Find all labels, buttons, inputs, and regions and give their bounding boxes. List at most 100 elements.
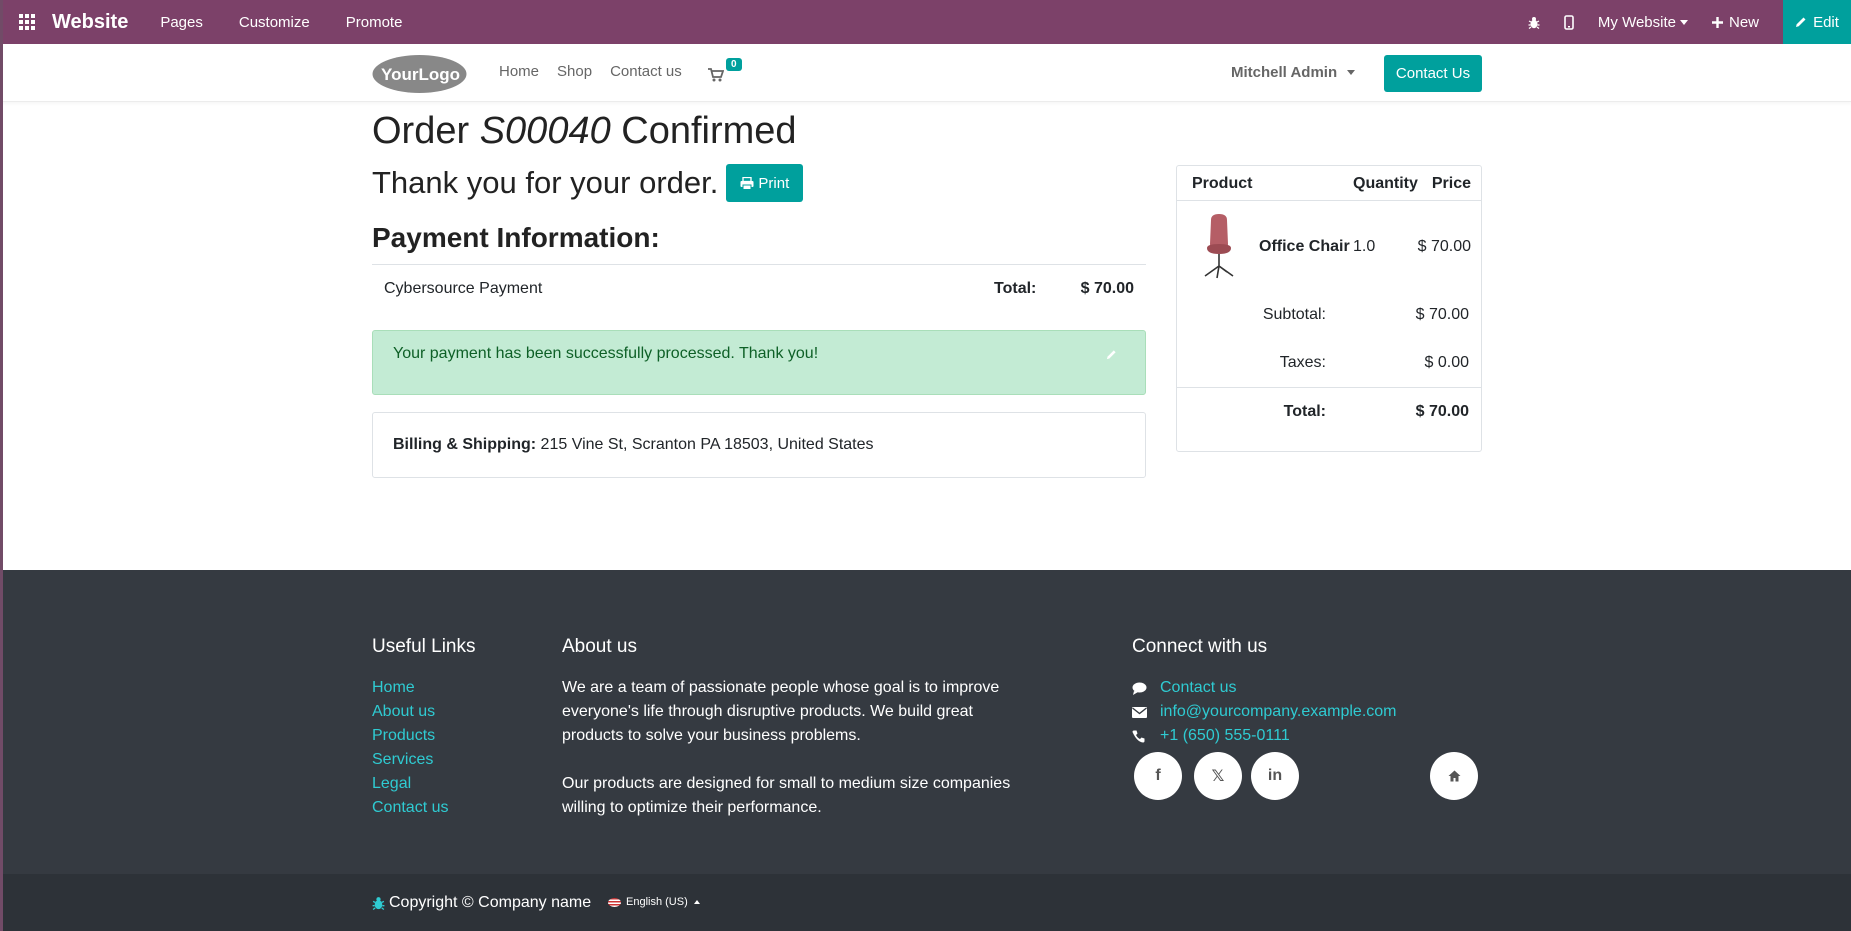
billing-address: 215 Vine St, Scranton PA 18503, United S…	[540, 436, 874, 453]
copyright: Copyright © Company name	[372, 894, 591, 912]
menu-pages[interactable]: Pages	[160, 14, 203, 31]
col-quantity: Quantity	[1353, 175, 1418, 192]
col-product: Product	[1192, 175, 1253, 192]
order-summary-card: Product Quantity Price Office Chair 1.0 …	[1176, 165, 1482, 452]
connect-contact-row[interactable]: Contact us	[1132, 676, 1397, 700]
facebook-icon[interactable]: f	[1134, 752, 1182, 800]
us-flag-icon	[608, 897, 621, 907]
divider	[372, 264, 1146, 265]
product-quantity: 1.0	[1353, 238, 1376, 255]
payment-total-value: $ 70.00	[1080, 280, 1134, 297]
language-label: English (US)	[626, 896, 688, 908]
connect-contact-link[interactable]: Contact us	[1160, 676, 1236, 700]
subtotal-value: $ 70.00	[1415, 306, 1469, 323]
taxes-value: $ 0.00	[1424, 354, 1469, 371]
billing-shipping-card: Billing & Shipping: 215 Vine St, Scranto…	[372, 412, 1146, 478]
title-suffix: Confirmed	[621, 110, 797, 152]
language-selector[interactable]: English (US)	[608, 896, 700, 908]
my-website-dropdown[interactable]: My Website	[1598, 14, 1688, 31]
admin-right-tools: My Website New Edit	[1528, 0, 1851, 44]
chevron-down-icon	[1679, 19, 1688, 25]
contact-us-button[interactable]: Contact Us	[1384, 55, 1482, 92]
site-footer: Useful Links Home About us Products Serv…	[0, 570, 1851, 874]
nav-shop[interactable]: Shop	[557, 63, 592, 80]
about-paragraph-2: Our products are designed for small to m…	[562, 775, 1011, 816]
footer-link-services[interactable]: Services	[372, 748, 448, 772]
product-price: $ 70.00	[1417, 238, 1471, 255]
page-title: Order S00040 Confirmed	[372, 110, 797, 153]
billing-label: Billing & Shipping:	[393, 436, 537, 453]
about-paragraph-1: We are a team of passionate people whose…	[562, 679, 1000, 744]
footer-link-contact[interactable]: Contact us	[372, 796, 448, 820]
edit-button[interactable]: Edit	[1783, 0, 1851, 44]
billing-text: Billing & Shipping: 215 Vine St, Scranto…	[393, 436, 874, 454]
bug-icon	[372, 897, 385, 910]
nav-home[interactable]: Home	[499, 63, 539, 80]
copyright-text: Copyright © Company name	[389, 894, 592, 911]
logo-text: YourLogo	[381, 65, 460, 84]
thank-you-heading: Thank you for your order. Print	[372, 164, 804, 202]
product-name[interactable]: Office Chair	[1259, 238, 1350, 256]
plus-icon	[1711, 16, 1723, 28]
print-button[interactable]: Print	[726, 164, 804, 202]
cart-count-badge: 0	[726, 58, 742, 71]
company-logo[interactable]: YourLogo	[372, 54, 467, 94]
linkedin-icon[interactable]: in	[1251, 752, 1299, 800]
window-edge	[0, 0, 3, 931]
print-label: Print	[758, 174, 790, 192]
site-header: YourLogo Home Shop Contact us 0 Mitchell…	[0, 44, 1851, 102]
comment-icon	[1132, 682, 1160, 695]
home-icon[interactable]	[1430, 752, 1478, 800]
useful-links-title: Useful Links	[372, 636, 476, 657]
product-row: Office Chair 1.0 $ 70.00	[1177, 202, 1481, 292]
menu-customize[interactable]: Customize	[239, 14, 310, 31]
about-text: We are a team of passionate people whose…	[562, 676, 1012, 820]
success-message: Your payment has been successfully proce…	[393, 345, 819, 362]
payment-success-alert: Your payment has been successfully proce…	[372, 330, 1146, 395]
envelope-icon	[1132, 706, 1160, 718]
connect-title: Connect with us	[1132, 636, 1268, 657]
copyright-bar: Copyright © Company name English (US)	[0, 874, 1851, 931]
summary-header: Product Quantity Price	[1177, 166, 1481, 201]
footer-link-products[interactable]: Products	[372, 724, 448, 748]
user-menu[interactable]: Mitchell Admin	[1231, 64, 1356, 81]
subtotal-label: Subtotal:	[1262, 306, 1326, 323]
new-button[interactable]: New	[1711, 13, 1759, 31]
apps-grid-icon[interactable]	[19, 14, 37, 30]
footer-link-home[interactable]: Home	[372, 676, 448, 700]
title-prefix: Order	[372, 110, 470, 152]
thank-you-text: Thank you for your order.	[372, 165, 719, 200]
taxes-label: Taxes:	[1279, 354, 1326, 371]
x-twitter-icon[interactable]: 𝕏	[1194, 752, 1242, 800]
divider	[1177, 387, 1481, 388]
printer-icon	[740, 176, 754, 190]
admin-bar: Website Pages Customize Promote My Websi…	[0, 0, 1851, 44]
phone-icon	[1132, 730, 1160, 743]
nav-contact[interactable]: Contact us	[610, 63, 682, 80]
payment-method: Cybersource Payment	[384, 280, 543, 297]
connect-email-row[interactable]: info@yourcompany.example.com	[1132, 700, 1397, 724]
bug-icon[interactable]	[1528, 16, 1540, 29]
new-label: New	[1728, 13, 1759, 31]
connect-list: Contact us info@yourcompany.example.com …	[1132, 676, 1397, 748]
connect-email-link[interactable]: info@yourcompany.example.com	[1160, 700, 1397, 724]
mobile-preview-icon[interactable]	[1564, 14, 1574, 30]
connect-phone-row[interactable]: +1 (650) 555-0111	[1132, 724, 1397, 748]
total-label: Total:	[1283, 403, 1326, 420]
footer-link-about[interactable]: About us	[372, 700, 448, 724]
useful-links-list: Home About us Products Services Legal Co…	[372, 676, 448, 820]
edit-label: Edit	[1813, 13, 1839, 31]
order-reference: S00040	[479, 110, 611, 152]
product-image[interactable]	[1199, 214, 1243, 280]
chevron-up-icon	[693, 900, 700, 904]
main-nav: Home Shop Contact us	[499, 63, 700, 80]
user-name: Mitchell Admin	[1231, 64, 1338, 81]
payment-info-title: Payment Information:	[372, 222, 660, 253]
menu-promote[interactable]: Promote	[346, 14, 403, 31]
pencil-icon[interactable]	[1106, 347, 1117, 365]
cart-button[interactable]: 0	[708, 58, 748, 86]
my-website-label: My Website	[1597, 13, 1676, 31]
app-brand[interactable]: Website	[52, 11, 128, 34]
footer-link-legal[interactable]: Legal	[372, 772, 448, 796]
connect-phone-link[interactable]: +1 (650) 555-0111	[1160, 724, 1290, 748]
